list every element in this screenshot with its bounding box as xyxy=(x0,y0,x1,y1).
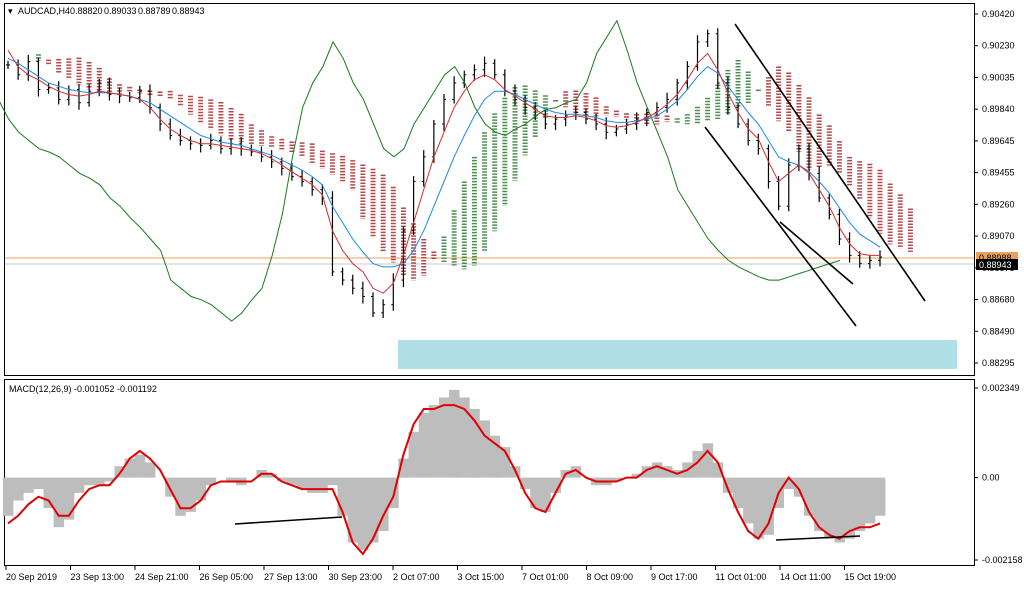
macd-bar xyxy=(185,477,196,512)
chart-header-symbol: AUDCAD,H4 xyxy=(18,6,70,16)
macd-bar xyxy=(317,477,328,493)
macd-bar xyxy=(418,412,430,478)
macd-bar xyxy=(428,405,440,478)
macd-bar xyxy=(175,477,186,516)
macd-bar xyxy=(84,477,95,486)
macd-bar xyxy=(874,477,886,516)
price-marker-lower: 0.88943 xyxy=(979,260,1012,270)
macd-bar xyxy=(144,462,156,478)
macd-bar xyxy=(13,477,24,501)
macd-title: MACD(12,26,9) -0.001052 -0.001192 xyxy=(9,384,157,394)
macd-bar xyxy=(63,477,75,520)
price-y-label: 0.90035 xyxy=(982,72,1015,82)
x-label: 7 Oct 01:00 xyxy=(522,572,569,582)
collapse-arrow-icon[interactable]: ▾ xyxy=(8,6,13,16)
x-label: 26 Sep 05:00 xyxy=(200,572,254,582)
x-label: 15 Oct 19:00 xyxy=(845,572,897,582)
price-panel xyxy=(4,3,975,376)
price-y-label: 0.89455 xyxy=(982,168,1015,178)
x-label: 14 Oct 11:00 xyxy=(780,572,831,582)
macd-bar xyxy=(53,477,65,528)
price-y-label: 0.89260 xyxy=(982,199,1015,209)
support-zone xyxy=(398,340,957,369)
x-axis: 20 Sep 2019 23 Sep 13:00 24 Sep 21:00 26 Se… xyxy=(5,566,897,582)
macd-bar xyxy=(793,477,805,497)
macd-y-label: -0.002158 xyxy=(982,555,1023,565)
price-y-axis: 0.90420 0.90230 0.90035 0.89840 0.89645 0.894… xyxy=(974,9,1015,368)
macd-bar xyxy=(94,477,105,486)
macd-bar xyxy=(73,477,85,493)
macd-bar xyxy=(449,389,460,478)
macd-bar xyxy=(165,477,176,497)
macd-bar xyxy=(368,477,379,543)
x-label: 20 Sep 2019 xyxy=(6,572,57,582)
chart-header-close: 0.88943 xyxy=(172,6,205,16)
macd-bar xyxy=(124,458,136,478)
macd-bar xyxy=(763,477,774,535)
macd-bar xyxy=(357,477,369,551)
price-y-label: 0.90420 xyxy=(982,9,1015,19)
macd-bar xyxy=(195,477,207,501)
macd-y-label: 0.002349 xyxy=(982,383,1020,393)
chart-header-low: 0.88789 xyxy=(138,6,171,16)
x-label: 2 Oct 07:00 xyxy=(393,572,440,582)
x-label: 24 Sep 21:00 xyxy=(135,572,189,582)
macd-bar xyxy=(23,477,34,493)
macd-bar xyxy=(43,477,54,509)
macd-bar xyxy=(489,435,501,478)
macd-bar xyxy=(408,431,419,478)
macd-bar xyxy=(864,477,876,524)
macd-bar xyxy=(307,477,318,493)
x-label: 9 Oct 17:00 xyxy=(651,572,698,582)
chart-header-open: 0.88820 xyxy=(70,6,103,16)
price-y-label: 0.88680 xyxy=(982,295,1015,305)
macd-bar xyxy=(834,477,845,543)
macd-bar xyxy=(2,477,14,516)
chart-canvas: ▾ AUDCAD,H4 0.88820 0.89033 0.88789 0.88… xyxy=(0,3,1023,582)
price-y-label: 0.89070 xyxy=(982,231,1015,241)
macd-y-axis: 0.002349 0.00 -0.002158 xyxy=(974,383,1023,565)
macd-bar xyxy=(702,443,714,478)
macd-bar xyxy=(854,477,866,531)
x-label: 27 Sep 13:00 xyxy=(264,572,318,582)
macd-y-label: 0.00 xyxy=(982,473,1000,483)
macd-bar xyxy=(824,477,835,539)
macd-bar xyxy=(804,477,815,516)
x-label: 30 Sep 23:00 xyxy=(329,572,383,582)
price-y-label: 0.89645 xyxy=(982,136,1015,146)
price-y-label: 0.89840 xyxy=(982,104,1015,114)
macd-bar xyxy=(134,454,146,478)
macd-bar xyxy=(753,477,764,539)
x-label: 3 Oct 15:00 xyxy=(458,572,505,582)
price-y-label: 0.88490 xyxy=(982,326,1015,336)
x-label: 8 Oct 09:00 xyxy=(587,572,634,582)
x-label: 11 Oct 01:00 xyxy=(716,572,767,582)
macd-bar xyxy=(327,477,338,486)
macd-bar xyxy=(743,477,754,524)
macd-bar xyxy=(651,462,663,478)
x-label: 23 Sep 13:00 xyxy=(71,572,125,582)
chart-header-high: 0.89033 xyxy=(104,6,137,16)
price-y-label: 0.88295 xyxy=(982,358,1015,368)
macd-bar xyxy=(33,477,44,489)
price-y-label: 0.90230 xyxy=(982,41,1015,51)
macd-bar xyxy=(438,397,450,478)
